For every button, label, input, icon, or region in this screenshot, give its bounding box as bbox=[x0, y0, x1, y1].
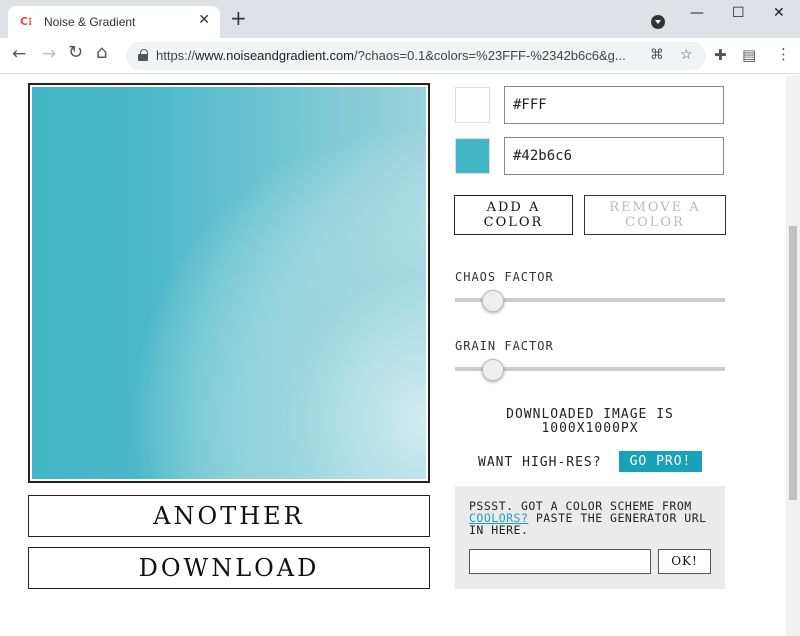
page-content: ANOTHER DOWNLOAD #FFF #42b6c6 ADD A COLO… bbox=[0, 75, 786, 636]
another-button[interactable]: ANOTHER bbox=[28, 495, 430, 537]
minimize-icon[interactable]: — bbox=[690, 5, 704, 21]
coolors-hint-text: PSSST. GOT A COLOR SCHEME FROM COOLORS? … bbox=[469, 499, 707, 537]
forward-arrow-icon[interactable]: → bbox=[42, 44, 56, 64]
window-close-icon[interactable]: ✕ bbox=[773, 5, 785, 21]
back-arrow-icon[interactable]: ← bbox=[12, 44, 26, 64]
remove-color-button[interactable]: REMOVE A COLOR bbox=[584, 195, 726, 235]
gradient-preview bbox=[32, 87, 426, 479]
coolors-import-panel: PSSST. GOT A COLOR SCHEME FROM COOLORS? … bbox=[455, 486, 725, 589]
extensions-icon[interactable]: ✚ bbox=[714, 46, 727, 64]
chaos-slider-thumb[interactable] bbox=[481, 290, 504, 312]
tab-search-icon[interactable] bbox=[651, 15, 665, 29]
page-scrollbar[interactable] bbox=[786, 75, 800, 636]
go-pro-button[interactable]: GO PRO! bbox=[619, 451, 702, 472]
bookmark-star-icon[interactable]: ☆ bbox=[680, 47, 693, 63]
coolors-logo-icon: C⁝ bbox=[20, 15, 33, 28]
lock-icon bbox=[138, 49, 148, 61]
browser-tab[interactable]: C⁝ Noise & Gradient ✕ bbox=[8, 6, 220, 38]
color-swatch-1[interactable] bbox=[455, 87, 490, 123]
chaos-factor-label: CHAOS FACTOR bbox=[455, 270, 554, 284]
color-swatch-2[interactable] bbox=[455, 138, 490, 174]
scrollbar-thumb[interactable] bbox=[789, 226, 797, 500]
color-hex-input-2[interactable]: #42b6c6 bbox=[504, 137, 724, 175]
tab-close-icon[interactable]: ✕ bbox=[198, 12, 210, 28]
translate-icon[interactable]: ⌘ bbox=[650, 47, 664, 63]
add-color-button[interactable]: ADD A COLOR bbox=[454, 195, 573, 235]
new-tab-icon[interactable]: + bbox=[230, 8, 247, 28]
address-bar[interactable]: https://www.noiseandgradient.com/?chaos=… bbox=[126, 42, 706, 70]
ok-button[interactable]: OK! bbox=[658, 549, 711, 574]
high-res-label: WANT HIGH-RES? bbox=[478, 455, 602, 470]
coolors-url-input[interactable] bbox=[469, 549, 651, 574]
reload-icon[interactable]: ↻ bbox=[68, 42, 83, 63]
gradient-preview-frame bbox=[28, 83, 430, 483]
browser-toolbar: ← → ↻ ⌂ https://www.noiseandgradient.com… bbox=[0, 38, 800, 74]
browser-tab-bar: C⁝ Noise & Gradient ✕ + — ☐ ✕ bbox=[0, 0, 800, 38]
download-button[interactable]: DOWNLOAD bbox=[28, 547, 430, 589]
tab-title: Noise & Gradient bbox=[44, 15, 136, 29]
maximize-icon[interactable]: ☐ bbox=[732, 5, 745, 21]
menu-icon[interactable]: ⋮ bbox=[776, 45, 791, 63]
extension-app-icon[interactable]: ▤ bbox=[742, 46, 756, 64]
url-text: https://www.noiseandgradient.com/?chaos=… bbox=[156, 48, 626, 63]
grain-slider-thumb[interactable] bbox=[481, 359, 504, 381]
grain-factor-label: GRAIN FACTOR bbox=[455, 339, 554, 353]
download-size-info: DOWNLOADED IMAGE IS 1000X1000PX bbox=[506, 407, 674, 436]
color-hex-input-1[interactable]: #FFF bbox=[504, 86, 724, 124]
home-icon[interactable]: ⌂ bbox=[96, 42, 107, 63]
